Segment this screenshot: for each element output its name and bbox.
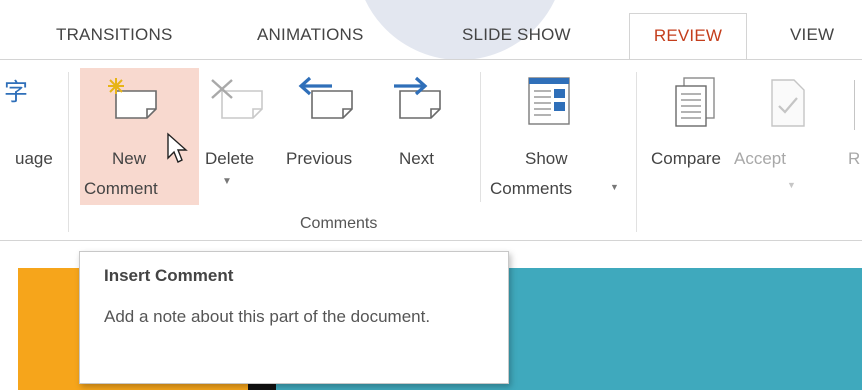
show-comments-label-line1[interactable]: Show bbox=[525, 146, 568, 172]
tab-view[interactable]: VIEW bbox=[790, 22, 834, 60]
group-separator bbox=[480, 72, 481, 202]
reject-icon-partial bbox=[854, 80, 862, 130]
next-comment-icon bbox=[394, 76, 441, 119]
tab-slide-show[interactable]: SLIDE SHOW bbox=[462, 22, 571, 60]
group-separator bbox=[636, 72, 637, 232]
compare-label[interactable]: Compare bbox=[651, 146, 721, 172]
delete-label[interactable]: Delete bbox=[205, 146, 254, 172]
mouse-pointer-icon bbox=[167, 132, 188, 163]
insert-comment-tooltip: Insert Comment Add a note about this par… bbox=[79, 251, 509, 384]
show-comments-label-line2[interactable]: Comments bbox=[490, 176, 572, 202]
reject-label-partial[interactable]: R bbox=[848, 146, 860, 172]
tooltip-title: Insert Comment bbox=[104, 266, 234, 285]
accept-dropdown-icon[interactable]: ▼ bbox=[787, 180, 796, 190]
delete-dropdown-icon[interactable]: ▼ bbox=[222, 176, 232, 187]
compare-icon bbox=[675, 77, 715, 127]
tab-animations[interactable]: ANIMATIONS bbox=[257, 22, 364, 60]
new-comment-label-line2: Comment bbox=[84, 179, 158, 198]
tooltip-description: Add a note about this part of the docume… bbox=[104, 307, 431, 326]
new-comment-label-line1: New bbox=[112, 149, 147, 168]
new-comment-icon bbox=[108, 78, 157, 119]
tab-transitions[interactable]: TRANSITIONS bbox=[56, 22, 173, 60]
group-separator bbox=[68, 72, 69, 232]
show-comments-icon bbox=[528, 77, 570, 125]
comments-group-label: Comments bbox=[300, 215, 378, 232]
tab-review[interactable]: REVIEW bbox=[629, 13, 747, 60]
accept-icon bbox=[771, 79, 805, 127]
language-icon[interactable]: 字 bbox=[4, 72, 28, 107]
language-button-label[interactable]: uage bbox=[15, 146, 53, 172]
next-label[interactable]: Next bbox=[399, 146, 434, 172]
previous-comment-icon bbox=[298, 76, 353, 119]
delete-comment-icon bbox=[211, 79, 263, 119]
accept-label[interactable]: Accept bbox=[734, 146, 786, 172]
show-comments-dropdown-icon[interactable]: ▼ bbox=[610, 182, 619, 192]
previous-label[interactable]: Previous bbox=[286, 146, 352, 172]
